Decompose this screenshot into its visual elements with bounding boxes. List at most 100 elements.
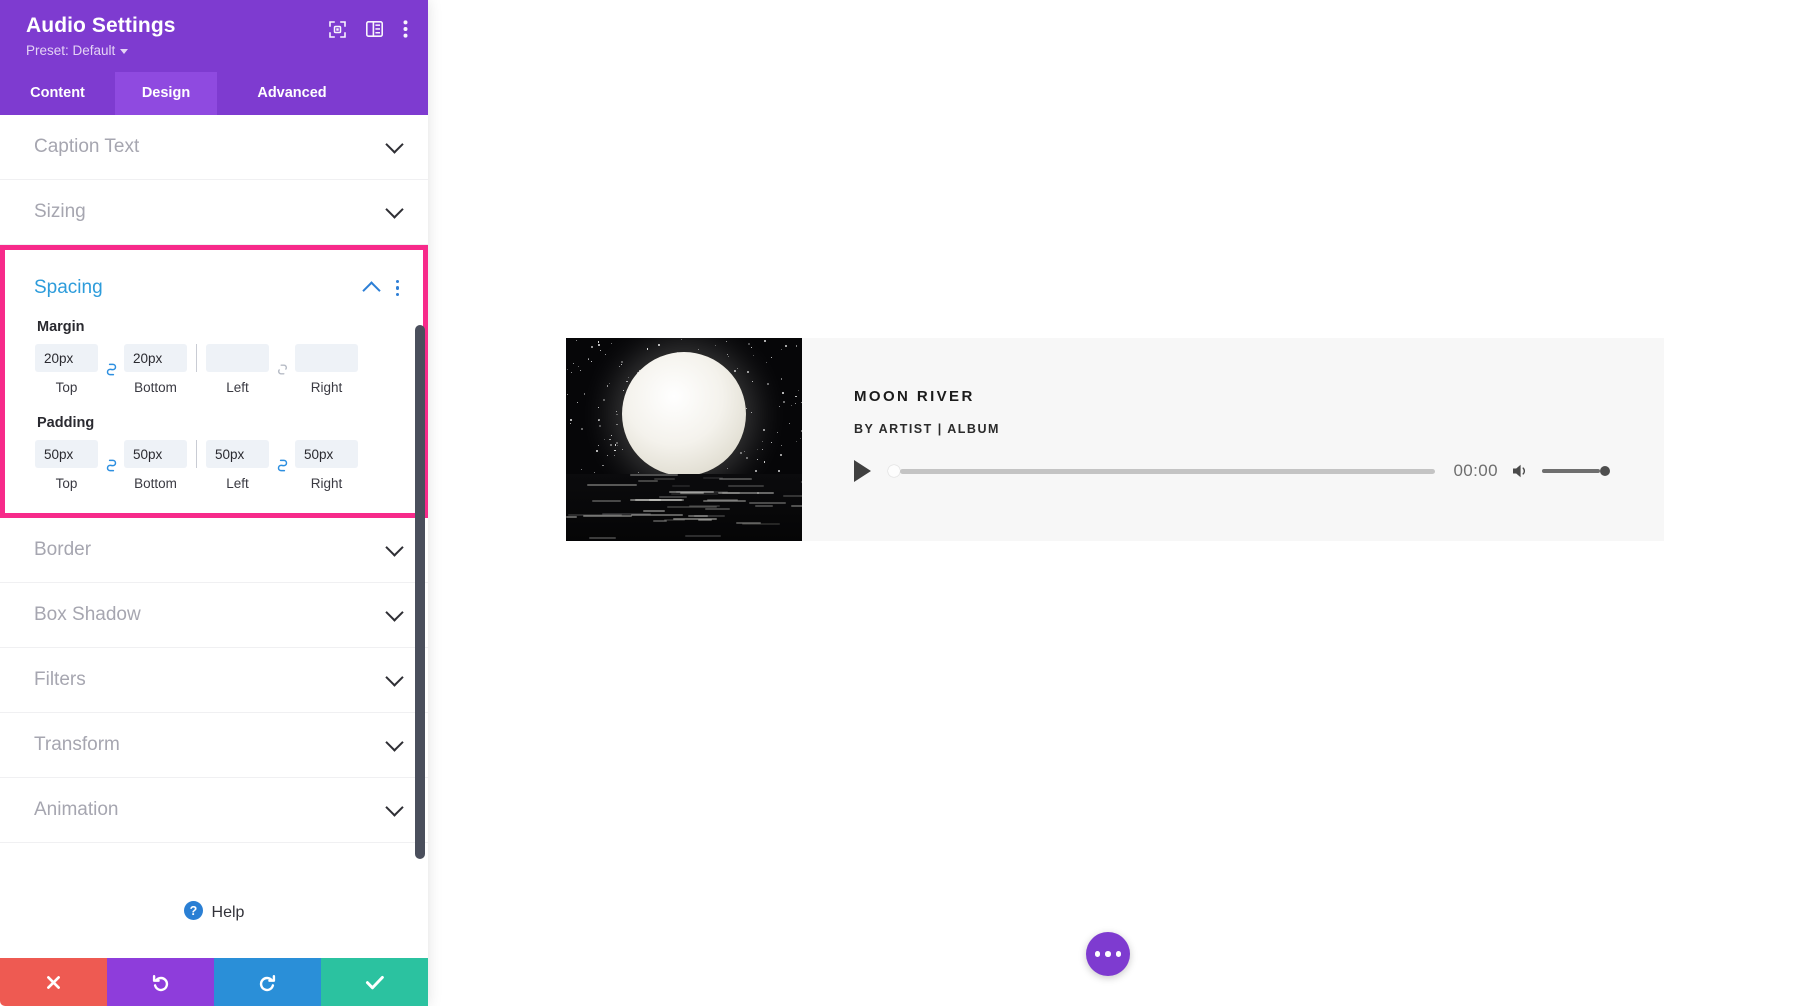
seek-slider[interactable] bbox=[888, 465, 1435, 477]
panel-body: Caption Text Sizing Spacing bbox=[0, 115, 428, 958]
section-label: Box Shadow bbox=[34, 604, 141, 626]
star bbox=[715, 345, 716, 346]
panel-scrollbar-thumb[interactable] bbox=[415, 325, 425, 859]
tab-advanced[interactable]: Advanced bbox=[217, 72, 367, 115]
volume-icon[interactable] bbox=[1511, 462, 1531, 480]
floating-more-button[interactable] bbox=[1086, 932, 1130, 976]
section-transform[interactable]: Transform bbox=[0, 713, 428, 778]
section-caption-text[interactable]: Caption Text bbox=[0, 115, 428, 180]
ripple bbox=[685, 535, 721, 537]
cancel-button[interactable] bbox=[0, 958, 107, 1006]
ripple bbox=[635, 499, 682, 501]
more-vertical-icon[interactable] bbox=[403, 20, 408, 38]
preset-dropdown[interactable]: Preset: Default bbox=[26, 43, 128, 58]
star bbox=[789, 423, 790, 424]
focus-target-icon[interactable] bbox=[329, 21, 346, 38]
star bbox=[771, 442, 772, 443]
section-border[interactable]: Border bbox=[0, 518, 428, 583]
chevron-up-icon[interactable] bbox=[362, 281, 380, 299]
ripple bbox=[705, 508, 730, 510]
star bbox=[619, 366, 620, 367]
star bbox=[609, 383, 610, 384]
field-sublabel: Left bbox=[226, 380, 249, 395]
padding-group: Padding Top bbox=[5, 415, 423, 491]
field-sublabel: Top bbox=[56, 476, 78, 491]
ripple bbox=[703, 477, 723, 479]
section-label: Caption Text bbox=[34, 136, 139, 158]
star bbox=[727, 354, 728, 355]
margin-right-input[interactable] bbox=[295, 344, 358, 372]
star bbox=[747, 371, 749, 373]
star bbox=[757, 449, 758, 450]
field-sublabel: Left bbox=[226, 476, 249, 491]
star bbox=[796, 345, 797, 346]
padding-left-input[interactable] bbox=[206, 440, 269, 468]
save-button[interactable] bbox=[321, 958, 428, 1006]
star bbox=[602, 465, 603, 466]
water-reflection bbox=[566, 474, 802, 541]
svg-text:?: ? bbox=[189, 904, 197, 918]
volume-handle[interactable] bbox=[1600, 466, 1610, 476]
star bbox=[681, 339, 682, 340]
section-filters[interactable]: Filters bbox=[0, 648, 428, 713]
section-box-shadow[interactable]: Box Shadow bbox=[0, 583, 428, 648]
volume-track[interactable] bbox=[1542, 469, 1600, 473]
audio-settings-panel: Audio Settings Preset: Default bbox=[0, 0, 428, 1006]
star bbox=[798, 390, 799, 391]
section-sizing[interactable]: Sizing bbox=[0, 180, 428, 245]
star bbox=[783, 401, 785, 403]
redo-button[interactable] bbox=[214, 958, 321, 1006]
tab-design[interactable]: Design bbox=[115, 72, 217, 115]
close-x-icon bbox=[45, 974, 62, 991]
link-padding-left-right-icon[interactable] bbox=[269, 452, 295, 480]
section-animation[interactable]: Animation bbox=[0, 778, 428, 843]
spacing-section-header[interactable]: Spacing bbox=[5, 250, 423, 315]
star bbox=[748, 343, 750, 345]
panel-header: Audio Settings Preset: Default bbox=[0, 0, 428, 72]
margin-top-input[interactable] bbox=[35, 344, 98, 372]
star bbox=[598, 419, 600, 421]
preset-label: Preset: Default bbox=[26, 43, 115, 58]
seek-handle[interactable] bbox=[888, 465, 900, 477]
tab-content[interactable]: Content bbox=[0, 72, 115, 115]
unlink-margin-left-right-icon[interactable] bbox=[269, 356, 295, 384]
current-time: 00:00 bbox=[1453, 461, 1498, 481]
star bbox=[599, 425, 601, 427]
star bbox=[744, 451, 745, 452]
panel-layout-icon[interactable] bbox=[366, 21, 383, 37]
star bbox=[734, 370, 736, 372]
field-sublabel: Bottom bbox=[134, 380, 177, 395]
help-button[interactable]: ? Help bbox=[0, 843, 428, 958]
play-icon[interactable] bbox=[854, 460, 871, 482]
star bbox=[628, 377, 629, 378]
ripple bbox=[728, 485, 764, 487]
padding-right-input[interactable] bbox=[295, 440, 358, 468]
star bbox=[781, 378, 782, 379]
margin-bottom-input[interactable] bbox=[124, 344, 187, 372]
star bbox=[588, 358, 589, 359]
star bbox=[580, 370, 581, 371]
padding-bottom-input[interactable] bbox=[124, 440, 187, 468]
seek-track[interactable] bbox=[900, 469, 1435, 474]
star bbox=[781, 349, 782, 350]
padding-top-input[interactable] bbox=[35, 440, 98, 468]
ripple bbox=[643, 510, 665, 512]
ripple bbox=[589, 537, 616, 539]
star bbox=[598, 445, 599, 446]
margin-left-input[interactable] bbox=[206, 344, 269, 372]
star bbox=[600, 350, 601, 351]
star bbox=[762, 441, 763, 442]
star bbox=[607, 455, 608, 456]
star bbox=[779, 406, 780, 407]
star bbox=[596, 450, 598, 452]
star bbox=[576, 340, 577, 341]
more-vertical-icon[interactable] bbox=[394, 278, 402, 299]
link-margin-top-bottom-icon[interactable] bbox=[98, 356, 124, 384]
section-label: Transform bbox=[34, 734, 120, 756]
star bbox=[616, 414, 617, 415]
undo-button[interactable] bbox=[107, 958, 214, 1006]
star bbox=[623, 390, 624, 391]
audio-module-preview[interactable]: MOON RIVER BY ARTIST | ALBUM 00:00 bbox=[566, 338, 1664, 541]
link-padding-top-bottom-icon[interactable] bbox=[98, 452, 124, 480]
volume-slider[interactable] bbox=[1542, 466, 1610, 476]
